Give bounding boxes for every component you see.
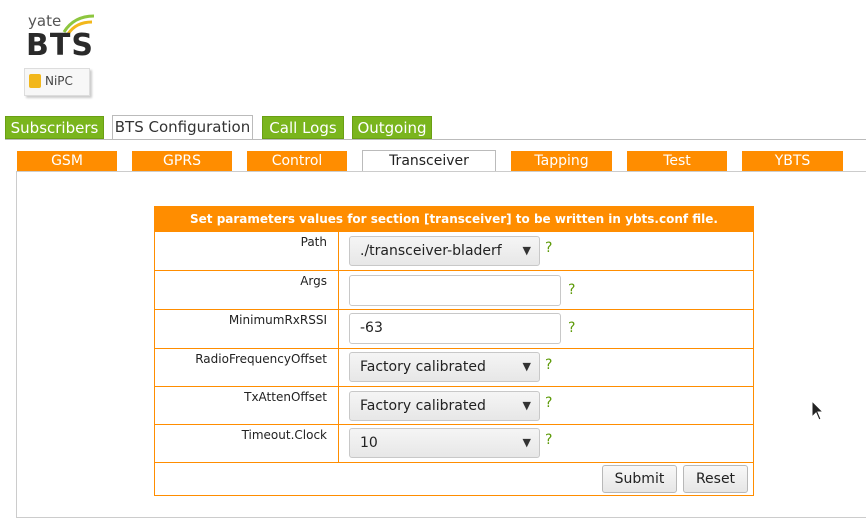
field-label: TxAttenOffset [244, 390, 327, 404]
subtab-gsm[interactable]: GSM [17, 151, 117, 171]
chevron-down-icon: ▼ [522, 399, 531, 412]
path-select[interactable]: ./transceiver-bladerf ▼ [349, 236, 540, 266]
column-divider [338, 425, 339, 462]
args-input[interactable] [349, 275, 561, 306]
select-value: 10 [360, 435, 378, 451]
field-label: Path [300, 235, 327, 249]
field-label: RadioFrequencyOffset [195, 352, 327, 366]
field-label: MinimumRxRSSI [228, 313, 327, 327]
top-tabs-divider [5, 139, 866, 140]
help-icon[interactable]: ? [545, 432, 552, 448]
transceiver-form: Set parameters values for section [trans… [154, 206, 754, 496]
column-divider [338, 271, 339, 309]
column-divider [338, 310, 339, 348]
minimumrxrssi-input[interactable]: -63 [349, 313, 561, 344]
subtab-test[interactable]: Test [627, 151, 727, 171]
txattenoffset-select[interactable]: Factory calibrated ▼ [349, 391, 540, 421]
tab-outgoing[interactable]: Outgoing [352, 116, 432, 139]
help-icon[interactable]: ? [545, 357, 552, 373]
column-divider [338, 387, 339, 424]
form-row-txattenoffset: TxAttenOffset Factory calibrated ▼ ? [155, 386, 753, 424]
app-logo: yate BTS NiPC [22, 8, 102, 98]
tab-bts-configuration[interactable]: BTS Configuration [112, 115, 253, 140]
help-icon[interactable]: ? [545, 240, 552, 256]
subtab-ybts[interactable]: YBTS [742, 151, 843, 171]
form-row-args: Args ? [155, 270, 753, 309]
form-row-timeout-clock: Timeout.Clock 10 ▼ ? [155, 424, 753, 462]
form-row-actions: Submit Reset [155, 462, 753, 495]
form-row-minimumrxrssi: MinimumRxRSSI -63 ? [155, 309, 753, 348]
logo-bts-text: BTS [26, 28, 94, 63]
subtab-control[interactable]: Control [247, 151, 347, 171]
subtab-gprs[interactable]: GPRS [132, 151, 232, 171]
help-icon[interactable]: ? [568, 320, 575, 336]
form-row-radiofrequencyoffset: RadioFrequencyOffset Factory calibrated … [155, 348, 753, 386]
submit-button[interactable]: Submit [602, 465, 677, 493]
help-icon[interactable]: ? [568, 282, 575, 298]
chevron-down-icon: ▼ [522, 436, 531, 449]
help-icon[interactable]: ? [545, 395, 552, 411]
column-divider [338, 349, 339, 386]
nipc-badge: NiPC [24, 68, 90, 96]
field-label: Timeout.Clock [241, 428, 327, 442]
tab-call-logs[interactable]: Call Logs [262, 116, 344, 139]
form-header: Set parameters values for section [trans… [155, 207, 753, 231]
select-value: Factory calibrated [360, 359, 486, 375]
column-divider [338, 232, 339, 270]
subtab-transceiver[interactable]: Transceiver [362, 150, 496, 172]
reset-button[interactable]: Reset [683, 465, 748, 493]
tab-subscribers[interactable]: Subscribers [5, 116, 104, 139]
select-value: Factory calibrated [360, 398, 486, 414]
radiofrequencyoffset-select[interactable]: Factory calibrated ▼ [349, 352, 540, 382]
nipc-text: NiPC [45, 74, 73, 88]
chevron-down-icon: ▼ [522, 244, 531, 257]
select-value: ./transceiver-bladerf [360, 243, 502, 259]
field-label: Args [300, 274, 327, 288]
chevron-down-icon: ▼ [522, 360, 531, 373]
sim-chip-icon [29, 74, 41, 88]
form-row-path: Path ./transceiver-bladerf ▼ ? [155, 231, 753, 270]
subtab-tapping[interactable]: Tapping [511, 151, 612, 171]
mouse-pointer-icon [811, 400, 825, 421]
timeout-clock-select[interactable]: 10 ▼ [349, 428, 540, 458]
